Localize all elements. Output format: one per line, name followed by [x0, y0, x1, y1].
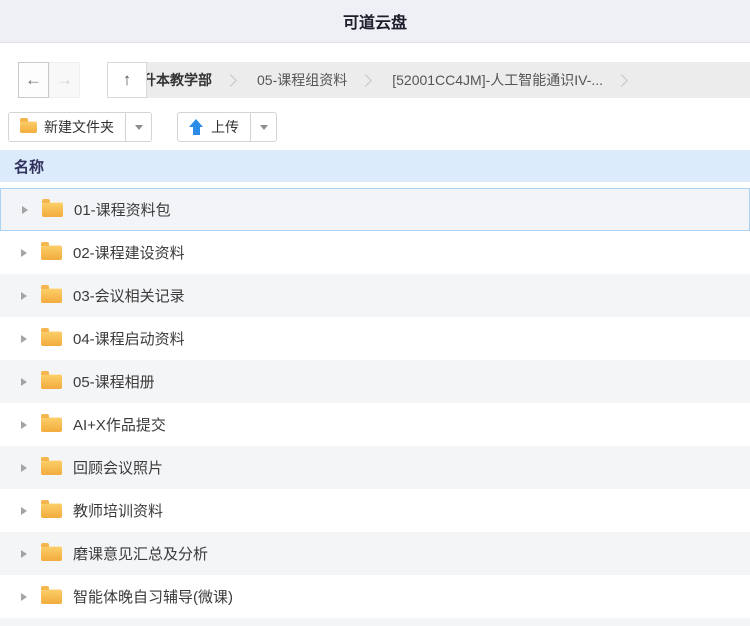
chevron-right-icon [615, 74, 628, 87]
upload-button-group: 上传 [177, 112, 277, 142]
expand-triangle-icon[interactable] [21, 335, 27, 343]
folder-name: 02-课程建设资料 [73, 242, 185, 263]
expand-triangle-icon[interactable] [21, 550, 27, 558]
folder-icon [41, 288, 62, 303]
folder-icon [41, 331, 62, 346]
folder-icon [41, 245, 62, 260]
folder-name: AI+X作品提交 [73, 414, 166, 435]
folder-icon [41, 589, 62, 604]
folder-icon [42, 202, 63, 217]
folder-name: 教师培训资料 [73, 500, 163, 521]
folder-name: 03-会议相关记录 [73, 285, 185, 306]
back-button[interactable]: ← [18, 62, 49, 98]
expand-triangle-icon[interactable] [21, 421, 27, 429]
next-row-stripe [0, 618, 750, 626]
expand-triangle-icon[interactable] [21, 249, 27, 257]
history-buttons: ← → [18, 62, 80, 98]
folder-row[interactable]: 教师培训资料 [0, 489, 750, 532]
folder-icon [41, 546, 62, 561]
folder-row[interactable]: 04-课程启动资料 [0, 317, 750, 360]
folder-icon [41, 503, 62, 518]
folder-name: 04-课程启动资料 [73, 328, 185, 349]
column-header-label: 名称 [14, 156, 44, 177]
folder-name: 回顾会议照片 [73, 457, 163, 478]
breadcrumb-item[interactable]: [52001CC4JM]-人工智能通识IV-... [384, 70, 611, 90]
expand-triangle-icon[interactable] [21, 507, 27, 515]
expand-triangle-icon[interactable] [21, 378, 27, 386]
forward-button[interactable]: → [49, 62, 80, 98]
expand-triangle-icon[interactable] [21, 292, 27, 300]
folder-row[interactable]: 回顾会议照片 [0, 446, 750, 489]
folder-row[interactable]: AI+X作品提交 [0, 403, 750, 446]
breadcrumb: ↑ 升本教学部 05-课程组资料 [52001CC4JM]-人工智能通识IV-.… [107, 62, 750, 98]
folder-row[interactable]: 03-会议相关记录 [0, 274, 750, 317]
app-title: 可道云盘 [343, 9, 407, 33]
folder-row[interactable]: 磨课意见汇总及分析 [0, 532, 750, 575]
new-folder-button[interactable]: 新建文件夹 [8, 112, 126, 142]
app-titlebar: 可道云盘 [0, 0, 750, 43]
file-list: 01-课程资料包 02-课程建设资料 03-会议相关记录 04-课程启动资料 0… [0, 188, 750, 618]
new-folder-button-group: 新建文件夹 [8, 112, 152, 142]
upload-label: 上传 [211, 117, 239, 137]
folder-icon [41, 374, 62, 389]
expand-triangle-icon[interactable] [21, 464, 27, 472]
back-arrow-icon: ← [25, 70, 42, 90]
expand-triangle-icon[interactable] [22, 206, 28, 214]
folder-row[interactable]: 01-课程资料包 [0, 188, 750, 231]
caret-down-icon [260, 125, 268, 130]
folder-icon [41, 460, 62, 475]
column-header-name[interactable]: 名称 [0, 150, 750, 182]
upload-button[interactable]: 上传 [177, 112, 251, 142]
folder-icon [20, 121, 37, 133]
breadcrumb-item[interactable]: 05-课程组资料 [249, 70, 355, 90]
toolbar: 新建文件夹 上传 [0, 112, 750, 142]
folder-row[interactable]: 02-课程建设资料 [0, 231, 750, 274]
folder-name: 磨课意见汇总及分析 [73, 543, 208, 564]
new-folder-dropdown-button[interactable] [125, 112, 152, 142]
upload-arrow-icon [189, 119, 204, 135]
folder-row[interactable]: 智能体晚自习辅导(微课) [0, 575, 750, 618]
breadcrumb-item[interactable]: 升本教学部 [147, 70, 220, 90]
chevron-right-icon [359, 74, 372, 87]
folder-name: 05-课程相册 [73, 371, 155, 392]
upload-dropdown-button[interactable] [250, 112, 277, 142]
up-directory-button[interactable]: ↑ [107, 62, 147, 98]
navigation-bar: ← → ↑ 升本教学部 05-课程组资料 [52001CC4JM]-人工智能通识… [0, 43, 750, 112]
caret-down-icon [135, 125, 143, 130]
folder-name: 01-课程资料包 [74, 199, 171, 220]
new-folder-label: 新建文件夹 [44, 117, 114, 137]
folder-icon [41, 417, 62, 432]
folder-name: 智能体晚自习辅导(微课) [73, 586, 233, 607]
chevron-right-icon [224, 74, 237, 87]
expand-triangle-icon[interactable] [21, 593, 27, 601]
forward-arrow-icon: → [56, 70, 73, 90]
folder-row[interactable]: 05-课程相册 [0, 360, 750, 403]
up-arrow-icon: ↑ [123, 70, 132, 90]
